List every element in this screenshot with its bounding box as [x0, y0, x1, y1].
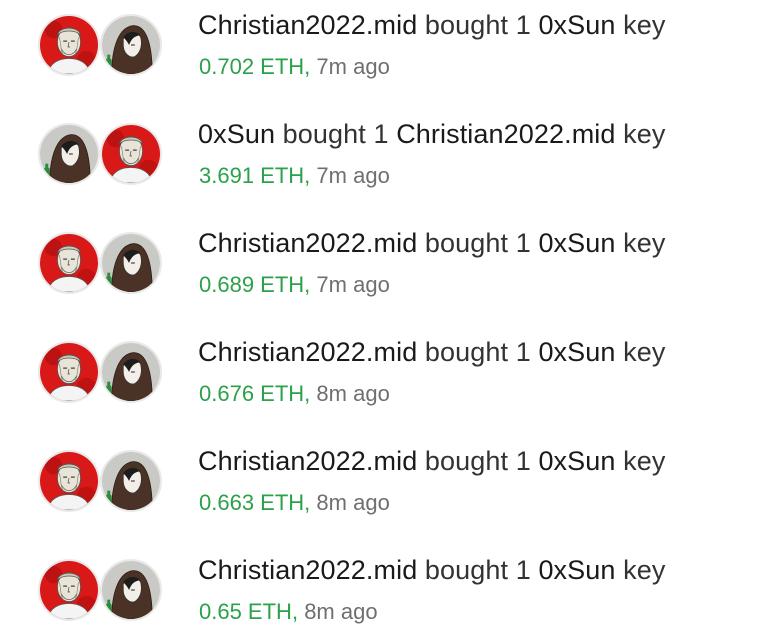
trade-title: Christian2022.mid bought 1 0xSun key	[198, 446, 665, 477]
trade-price: 3.691 ETH	[199, 163, 305, 188]
trader-name[interactable]: Christian2022.mid	[198, 555, 417, 585]
trade-suffix: key	[623, 555, 666, 585]
trade-verb: bought 1	[424, 10, 531, 40]
avatar-pair	[38, 341, 166, 409]
avatar-pair	[38, 123, 166, 191]
trade-meta: 3.691 ETH, 7m ago	[199, 163, 390, 189]
trade-title: 0xSun bought 1 Christian2022.mid key	[198, 119, 665, 150]
avatar-pair	[38, 559, 166, 627]
avatar-pair	[38, 450, 166, 518]
trade-title: Christian2022.mid bought 1 0xSun key	[198, 10, 665, 41]
trade-row[interactable]: Christian2022.mid bought 1 0xSun key 0.7…	[0, 0, 761, 100]
trader-name[interactable]: Christian2022.mid	[198, 228, 417, 258]
trade-price: 0.676 ETH	[199, 381, 305, 406]
trade-price: 0.65 ETH	[199, 599, 292, 624]
avatar-sun[interactable]	[100, 14, 162, 76]
subject-name[interactable]: 0xSun	[538, 337, 615, 367]
subject-name[interactable]: 0xSun	[538, 555, 615, 585]
trade-suffix: key	[623, 446, 666, 476]
trade-row[interactable]: Christian2022.mid bought 1 0xSun key 0.6…	[0, 545, 761, 635]
trade-meta: 0.65 ETH, 8m ago	[199, 599, 378, 625]
avatar-pair	[38, 232, 166, 300]
meta-separator: ,	[304, 54, 311, 79]
trade-feed: Christian2022.mid bought 1 0xSun key 0.7…	[0, 0, 761, 635]
meta-separator: ,	[304, 490, 311, 515]
trader-name[interactable]: Christian2022.mid	[198, 337, 417, 367]
trade-row[interactable]: 0xSun bought 1 Christian2022.mid key 3.6…	[0, 109, 761, 209]
trade-verb: bought 1	[424, 228, 531, 258]
avatar-sun[interactable]	[100, 232, 162, 294]
trade-verb: bought 1	[282, 119, 389, 149]
trade-time: 8m ago	[304, 599, 378, 624]
trade-price: 0.663 ETH	[199, 490, 305, 515]
trade-verb: bought 1	[424, 337, 531, 367]
subject-name[interactable]: 0xSun	[538, 228, 615, 258]
avatar-sun[interactable]	[100, 559, 162, 621]
trade-suffix: key	[623, 10, 666, 40]
trade-time: 7m ago	[316, 163, 390, 188]
trade-row[interactable]: Christian2022.mid bought 1 0xSun key 0.6…	[0, 436, 761, 536]
trade-time: 7m ago	[316, 272, 390, 297]
meta-separator: ,	[291, 599, 299, 624]
trade-suffix: key	[623, 337, 666, 367]
trader-name[interactable]: 0xSun	[198, 119, 275, 149]
avatar-christian[interactable]	[38, 232, 100, 294]
avatar-christian[interactable]	[38, 341, 100, 403]
trader-name[interactable]: Christian2022.mid	[198, 446, 417, 476]
meta-separator: ,	[304, 381, 311, 406]
trade-time: 8m ago	[316, 381, 390, 406]
trade-title: Christian2022.mid bought 1 0xSun key	[198, 228, 665, 259]
trade-suffix: key	[623, 119, 666, 149]
trade-meta: 0.663 ETH, 8m ago	[199, 490, 390, 516]
trade-meta: 0.689 ETH, 7m ago	[199, 272, 390, 298]
trade-price: 0.689 ETH	[199, 272, 305, 297]
trade-title: Christian2022.mid bought 1 0xSun key	[198, 337, 665, 368]
avatar-christian[interactable]	[100, 123, 162, 185]
trade-meta: 0.676 ETH, 8m ago	[199, 381, 390, 407]
subject-name[interactable]: Christian2022.mid	[396, 119, 615, 149]
trade-verb: bought 1	[424, 446, 531, 476]
meta-separator: ,	[304, 272, 311, 297]
trade-meta: 0.702 ETH, 7m ago	[199, 54, 390, 80]
trade-time: 7m ago	[316, 54, 390, 79]
subject-name[interactable]: 0xSun	[538, 446, 615, 476]
avatar-pair	[38, 14, 166, 82]
avatar-christian[interactable]	[38, 450, 100, 512]
avatar-christian[interactable]	[38, 14, 100, 76]
avatar-christian[interactable]	[38, 559, 100, 621]
trade-price: 0.702 ETH	[199, 54, 305, 79]
trade-suffix: key	[623, 228, 666, 258]
avatar-sun[interactable]	[100, 341, 162, 403]
trade-title: Christian2022.mid bought 1 0xSun key	[198, 555, 665, 586]
avatar-sun[interactable]	[38, 123, 100, 185]
subject-name[interactable]: 0xSun	[538, 10, 615, 40]
avatar-sun[interactable]	[100, 450, 162, 512]
trade-verb: bought 1	[424, 555, 531, 585]
meta-separator: ,	[304, 163, 311, 188]
trade-row[interactable]: Christian2022.mid bought 1 0xSun key 0.6…	[0, 327, 761, 427]
trader-name[interactable]: Christian2022.mid	[198, 10, 417, 40]
trade-time: 8m ago	[316, 490, 390, 515]
trade-row[interactable]: Christian2022.mid bought 1 0xSun key 0.6…	[0, 218, 761, 318]
